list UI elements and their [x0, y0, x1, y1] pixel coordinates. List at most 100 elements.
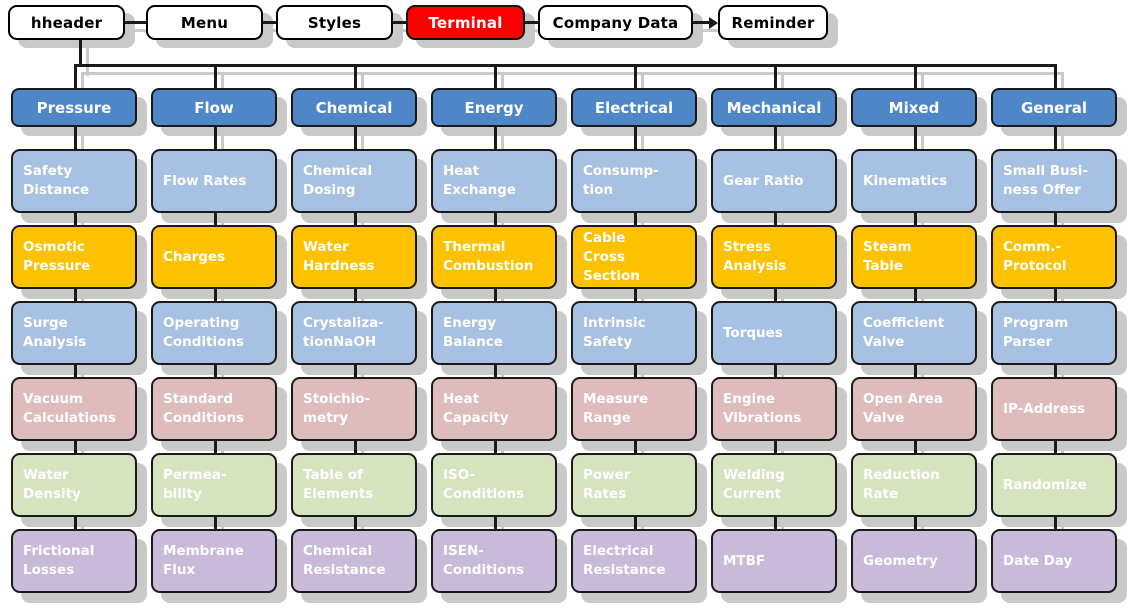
cell-item[interactable]: ISO- Conditions	[431, 453, 557, 517]
nav-connector-line-shadow	[263, 29, 276, 32]
cell-item[interactable]: ISEN- Conditions	[431, 529, 557, 593]
cell-item[interactable]: IP-Address	[991, 377, 1117, 441]
column-header-chemical[interactable]: Chemical	[291, 88, 417, 127]
cell-item[interactable]: Randomize	[991, 453, 1117, 517]
column-header-energy[interactable]: Energy	[431, 88, 557, 127]
column-drop-line	[74, 64, 77, 88]
column-drop-line	[774, 64, 777, 88]
cell-connector-line	[774, 127, 777, 149]
column-header-general[interactable]: General	[991, 88, 1117, 127]
cell-connector-line	[494, 289, 497, 301]
cell-item[interactable]: Gear Ratio	[711, 149, 837, 213]
cell-connector-line	[1054, 517, 1057, 529]
cell-item[interactable]: Surge Analysis	[11, 301, 137, 365]
nav-item-company-data[interactable]: Company Data	[538, 5, 693, 40]
nav-item-menu[interactable]: Menu	[146, 5, 263, 40]
nav-item-label: Reminder	[731, 13, 815, 32]
cell-item[interactable]: Stress Analysis	[711, 225, 837, 289]
cell-item[interactable]: Safety Distance	[11, 149, 137, 213]
cell-item[interactable]: Date Day	[991, 529, 1117, 593]
cell-item[interactable]: MTBF	[711, 529, 837, 593]
cell-item-label: Geometry	[863, 552, 938, 569]
cell-item[interactable]: Charges	[151, 225, 277, 289]
nav-item-hheader[interactable]: hheader	[8, 5, 125, 40]
cell-item[interactable]: Thermal Combustion	[431, 225, 557, 289]
nav-item-styles[interactable]: Styles	[276, 5, 393, 40]
nav-item-reminder[interactable]: Reminder	[718, 5, 828, 40]
cell-item[interactable]: Table of Elements	[291, 453, 417, 517]
cell-item[interactable]: Chemical Resistance	[291, 529, 417, 593]
nav-connector-line	[263, 21, 276, 24]
cell-connector-line	[494, 213, 497, 225]
cell-item[interactable]: Steam Table	[851, 225, 977, 289]
bus-drop-from-header	[79, 40, 82, 67]
cell-connector-line	[914, 441, 917, 453]
cell-item[interactable]: Consump- tion	[571, 149, 697, 213]
column-header-electrical[interactable]: Electrical	[571, 88, 697, 127]
cell-item[interactable]: Permea- bility	[151, 453, 277, 517]
cell-connector-line	[774, 517, 777, 529]
column-header-label: Mechanical	[726, 98, 822, 117]
cell-item[interactable]: Energy Balance	[431, 301, 557, 365]
cell-item[interactable]: Osmotic Pressure	[11, 225, 137, 289]
cell-item-label: Standard Conditions	[163, 391, 245, 426]
cell-item[interactable]: Standard Conditions	[151, 377, 277, 441]
cell-item[interactable]: Small Busi- ness Offer	[991, 149, 1117, 213]
nav-item-label: Terminal	[428, 13, 503, 32]
cell-item-label: Cable Cross Section	[583, 229, 640, 284]
cell-connector-line	[1054, 213, 1057, 225]
column-header-pressure[interactable]: Pressure	[11, 88, 137, 127]
cell-item[interactable]: Open Area Valve	[851, 377, 977, 441]
cell-item-label: Safety Distance	[23, 163, 90, 198]
nav-connector-line-shadow	[525, 29, 538, 32]
cell-item[interactable]: Heat Capacity	[431, 377, 557, 441]
cell-connector-line	[1054, 365, 1057, 377]
cell-item[interactable]: Electrical Resistance	[571, 529, 697, 593]
cell-connector-line	[74, 289, 77, 301]
nav-connector-line	[525, 21, 538, 24]
cell-item[interactable]: Membrane Flux	[151, 529, 277, 593]
cell-connector-line	[214, 441, 217, 453]
cell-item[interactable]: Cable Cross Section	[571, 225, 697, 289]
cell-connector-line	[914, 365, 917, 377]
cell-item-label: Water Hardness	[303, 239, 375, 274]
column-header-label: Mixed	[888, 98, 940, 117]
column-header-mixed[interactable]: Mixed	[851, 88, 977, 127]
cell-item[interactable]: Flow Rates	[151, 149, 277, 213]
cell-item[interactable]: Comm.- Protocol	[991, 225, 1117, 289]
cell-item[interactable]: Welding Current	[711, 453, 837, 517]
cell-item-label: ISEN- Conditions	[443, 543, 525, 578]
column-header-mechanical[interactable]: Mechanical	[711, 88, 837, 127]
cell-item[interactable]: Heat Exchange	[431, 149, 557, 213]
cell-item[interactable]: Coefficient Valve	[851, 301, 977, 365]
column-drop-line	[354, 64, 357, 88]
nav-item-label: hheader	[30, 13, 103, 32]
cell-item[interactable]: Operating Conditions	[151, 301, 277, 365]
cell-item[interactable]: Kinematics	[851, 149, 977, 213]
column-header-label: Pressure	[36, 98, 112, 117]
cell-item[interactable]: Engine Vibrations	[711, 377, 837, 441]
cell-item[interactable]: Intrinsic Safety	[571, 301, 697, 365]
cell-item[interactable]: Measure Range	[571, 377, 697, 441]
cell-item-label: Power Rates	[583, 467, 631, 502]
cell-item[interactable]: Chemical Dosing	[291, 149, 417, 213]
nav-connector-line	[393, 21, 406, 24]
cell-item-label: Date Day	[1003, 552, 1073, 569]
cell-item[interactable]: Geometry	[851, 529, 977, 593]
column-header-flow[interactable]: Flow	[151, 88, 277, 127]
cell-item[interactable]: Water Hardness	[291, 225, 417, 289]
cell-item[interactable]: Crystaliza- tionNaOH	[291, 301, 417, 365]
column-drop-line	[1054, 64, 1057, 88]
cell-item[interactable]: Power Rates	[571, 453, 697, 517]
cell-connector-line	[354, 441, 357, 453]
cell-item[interactable]: Torques	[711, 301, 837, 365]
cell-item[interactable]: Vacuum Calculations	[11, 377, 137, 441]
cell-item[interactable]: Reduction Rate	[851, 453, 977, 517]
cell-item[interactable]: Frictional Losses	[11, 529, 137, 593]
cell-item[interactable]: Water Density	[11, 453, 137, 517]
cell-item[interactable]: Program Parser	[991, 301, 1117, 365]
cell-connector-line	[354, 289, 357, 301]
cell-item[interactable]: Stoichio- metry	[291, 377, 417, 441]
cell-item-label: Coefficient Valve	[863, 315, 945, 350]
nav-item-terminal[interactable]: Terminal	[406, 5, 525, 40]
